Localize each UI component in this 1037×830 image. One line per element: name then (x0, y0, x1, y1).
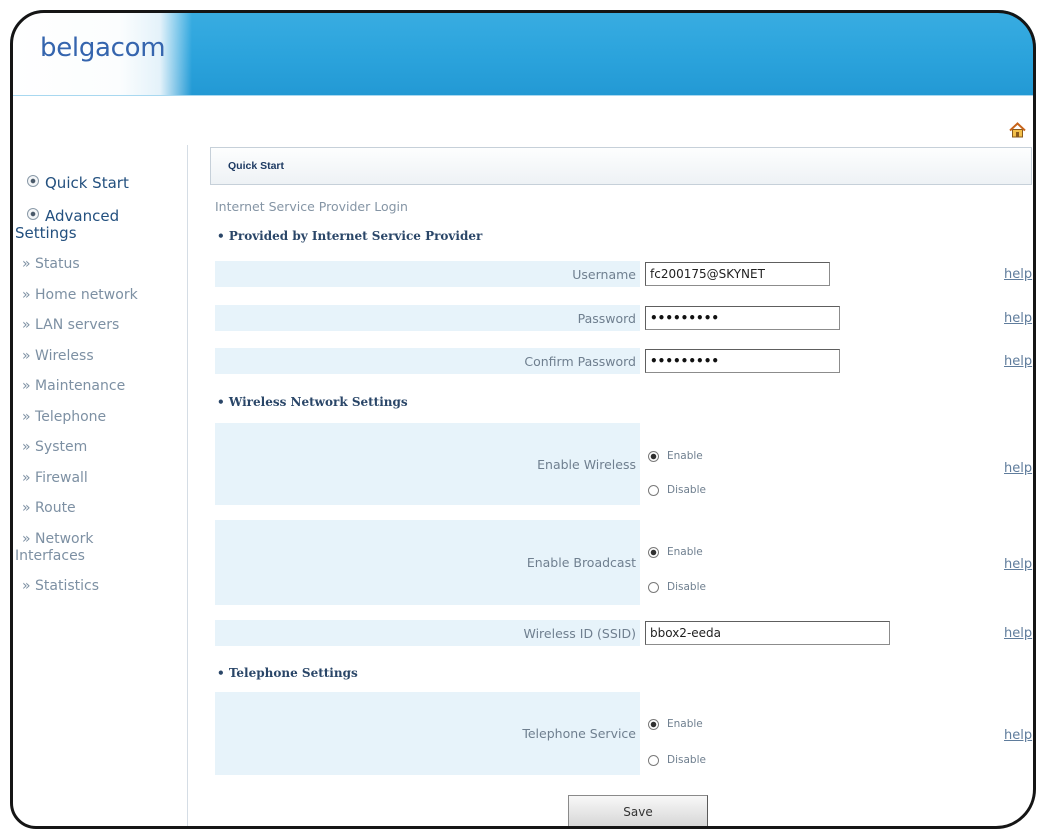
radio-label: Enable (667, 546, 703, 558)
section-heading-isp: • Provided by Internet Service Provider (217, 228, 482, 244)
sidebar-item-label: Statistics (35, 578, 100, 594)
sidebar-item-network-interfaces[interactable]: » Network Interfaces (15, 531, 155, 565)
enable-broadcast-label: Enable Broadcast (526, 555, 636, 570)
ssid-label: Wireless ID (SSID) (523, 625, 637, 641)
sidebar-item-route[interactable]: » Route (15, 500, 155, 517)
enable-broadcast-enable-option[interactable]: Enable (648, 544, 703, 560)
sidebar-item-label: Firewall (35, 469, 88, 486)
field-label-cell: Wireless ID (SSID) (215, 620, 640, 646)
section-heading-text: Provided by Internet Service Provider (228, 229, 483, 243)
radio-label: Disable (667, 581, 706, 593)
sidebar-item-label: Status (35, 256, 80, 272)
sidebar-item-label: Route (35, 500, 76, 516)
sidebar-bullet: » (22, 378, 31, 394)
sidebar-bullet: » (22, 530, 31, 547)
sidebar-item-label: Wireless (35, 347, 94, 364)
sidebar-bullet: » (22, 256, 31, 272)
help-link-username[interactable]: help (1004, 267, 1032, 283)
enable-broadcast-disable-option[interactable]: Disable (648, 579, 706, 595)
telephone-service-label: Telephone Service (522, 726, 636, 741)
help-link-telephone-service[interactable]: help (1004, 728, 1032, 744)
radio-label: Disable (667, 484, 706, 496)
section-bullet: • (217, 395, 225, 409)
help-link-enable-broadcast[interactable]: help (1004, 557, 1032, 573)
help-link-enable-wireless[interactable]: help (1004, 461, 1032, 477)
enable-wireless-label: Enable Wireless (537, 456, 636, 472)
page-caption: Internet Service Provider Login (215, 199, 408, 214)
sidebar-bullet: » (22, 317, 31, 333)
help-link-confirm-password[interactable]: help (1004, 354, 1032, 370)
radio-button[interactable] (648, 546, 659, 558)
sidebar-item-quick-start[interactable]: Quick Start (15, 175, 155, 192)
help-link-password[interactable]: help (1004, 311, 1032, 327)
section-bullet: • (217, 229, 225, 243)
sidebar-item-label: LAN servers (35, 317, 120, 333)
sidebar-item-advanced-settings[interactable]: Advanced Settings (15, 208, 155, 242)
sidebar-item-telephone[interactable]: » Telephone (15, 409, 155, 426)
sidebar-bullet: » (22, 500, 31, 516)
sidebar-bullet: » (22, 578, 31, 594)
field-label-cell: Enable Broadcast (215, 520, 640, 605)
password-input[interactable] (645, 306, 840, 330)
radio-button[interactable] (648, 581, 659, 593)
sidebar-divider (187, 145, 188, 829)
sidebar-bullet: » (22, 286, 31, 303)
enable-wireless-enable-option[interactable]: Enable (648, 448, 703, 464)
sidebar-item-system[interactable]: » System (15, 439, 155, 456)
confirm-password-label: Confirm Password (524, 353, 636, 369)
page-title: Quick Start (228, 160, 285, 172)
radio-label: Enable (667, 450, 703, 462)
radio-button[interactable] (648, 484, 659, 496)
sidebar-bullet: » (22, 469, 31, 486)
username-label: Username (572, 266, 636, 282)
sidebar-item-maintenance[interactable]: » Maintenance (15, 378, 155, 395)
help-link-ssid[interactable]: help (1004, 626, 1032, 642)
radio-label: Enable (667, 718, 703, 730)
field-label-cell: Confirm Password (215, 348, 640, 374)
sidebar-item-firewall[interactable]: » Firewall (15, 470, 155, 487)
radio-label: Disable (667, 754, 706, 766)
save-button[interactable]: Save (568, 795, 708, 828)
radio-button[interactable] (648, 718, 659, 730)
sidebar-bullet: » (22, 347, 31, 364)
enable-wireless-disable-option[interactable]: Disable (648, 482, 706, 498)
field-label-cell: Username (215, 261, 640, 287)
section-heading-text: Wireless Network Settings (228, 395, 408, 409)
sidebar-nav: Quick Start Advanced Settings » Status »… (15, 175, 155, 609)
radio-button[interactable] (648, 754, 659, 766)
sidebar-item-lan-servers[interactable]: » LAN servers (15, 317, 155, 334)
radio-bullet-icon (27, 175, 39, 187)
telephone-service-enable-option[interactable]: Enable (648, 716, 703, 732)
field-label-cell: Password (215, 305, 640, 331)
sidebar-item-home-network[interactable]: » Home network (15, 287, 155, 304)
page-canvas: belgacom Quick Start Advanced Settings »… (10, 10, 1036, 829)
sidebar-item-wireless[interactable]: » Wireless (15, 348, 155, 365)
username-input[interactable] (645, 262, 830, 286)
sidebar-item-label: Home network (35, 286, 138, 303)
belgacom-logo[interactable]: belgacom (40, 33, 166, 63)
field-label-cell: Telephone Service (215, 692, 640, 775)
section-heading-telephone: • Telephone Settings (217, 665, 358, 681)
sidebar-item-statistics[interactable]: » Statistics (15, 578, 155, 595)
sidebar-item-status[interactable]: » Status (15, 256, 155, 273)
confirm-password-input[interactable] (645, 349, 840, 373)
sidebar-bullet: » (22, 408, 31, 425)
telephone-service-disable-option[interactable]: Disable (648, 752, 706, 768)
sidebar-item-label: Maintenance (35, 378, 126, 394)
section-heading-wireless: • Wireless Network Settings (217, 394, 408, 410)
ssid-input[interactable] (645, 621, 890, 645)
sidebar-item-label: Quick Start (45, 174, 129, 192)
radio-button[interactable] (648, 450, 659, 462)
radio-bullet-icon (27, 208, 39, 220)
sidebar-bullet: » (22, 439, 31, 455)
browser-viewport: belgacom Quick Start Advanced Settings »… (10, 10, 1036, 829)
sidebar-item-label: Telephone (35, 408, 107, 425)
section-bullet: • (217, 666, 225, 680)
section-heading-text: Telephone Settings (228, 666, 358, 680)
page-title-bar: Quick Start (210, 147, 1032, 185)
home-icon[interactable] (1009, 122, 1026, 138)
sidebar-item-label: System (35, 439, 88, 455)
password-label: Password (577, 310, 636, 326)
field-label-cell: Enable Wireless (215, 423, 640, 505)
